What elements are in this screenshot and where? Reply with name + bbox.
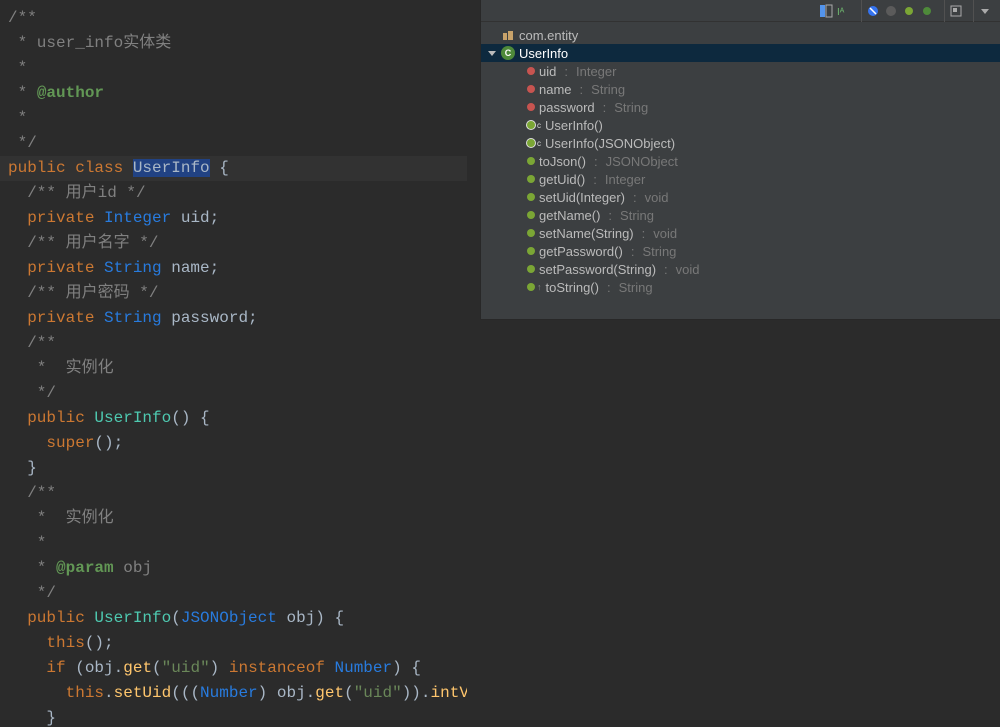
member-type: Integer [576,64,616,79]
field-icon [527,103,535,111]
sort-alpha-icon[interactable]: Iᴬ [837,4,851,18]
field-icon [527,85,535,93]
constructor-badge: c [537,121,541,130]
tree-member[interactable]: uid: Integer [481,62,1000,80]
tree-member[interactable]: toJson(): JSONObject [481,152,1000,170]
show-fields-icon[interactable] [866,4,880,18]
tree-package[interactable]: com.entity [481,26,1000,44]
type-colon: : [603,280,615,295]
layout-icon[interactable] [819,4,833,18]
type-colon: : [627,244,639,259]
member-name: getPassword() [539,244,623,259]
member-type: JSONObject [606,154,678,169]
caret-line[interactable]: public class UserInfo { [0,156,467,181]
constructor-icon [527,121,535,129]
member-type: String [614,100,648,115]
method-icon [527,265,535,273]
member-name: password [539,100,595,115]
override-up-icon: ↑ [537,282,542,292]
show-anonymous-icon[interactable] [920,4,934,18]
tree-member[interactable]: c UserInfo() [481,116,1000,134]
member-type: String [591,82,625,97]
member-type: Integer [605,172,645,187]
member-type: void [676,262,700,277]
member-name: setPassword(String) [539,262,656,277]
member-name: toJson() [539,154,586,169]
constructor-badge: c [537,139,541,148]
comment: /** [8,9,37,27]
type-colon: : [589,172,601,187]
type-colon: : [660,262,672,277]
method-icon [527,175,535,183]
svg-text:Iᴬ: Iᴬ [837,7,845,18]
tree-member[interactable]: setUid(Integer): void [481,188,1000,206]
tree-class[interactable]: C UserInfo [481,44,1000,62]
tree-member[interactable]: name:String [481,80,1000,98]
tree-member[interactable]: c UserInfo(JSONObject) [481,134,1000,152]
field-icon [527,67,535,75]
type-colon: : [638,226,650,241]
method-icon [527,247,535,255]
method-icon [527,211,535,219]
package-icon [501,28,515,42]
method-icon [527,157,535,165]
member-type: void [653,226,677,241]
member-type: String [619,280,653,295]
tree-member[interactable]: setName(String):void [481,224,1000,242]
show-nonpublic-icon[interactable] [884,4,898,18]
type-colon: : [590,154,602,169]
member-name: uid [539,64,556,79]
chevron-down-icon[interactable] [978,4,992,18]
tree-member[interactable]: getPassword():String [481,242,1000,260]
tree-member[interactable]: setPassword(String): void [481,260,1000,278]
tree-member[interactable]: getUid(): Integer [481,170,1000,188]
tree-member[interactable]: password:String [481,98,1000,116]
constructor-icon [527,139,535,147]
method-icon [527,229,535,237]
structure-toolbar: Iᴬ [481,0,1000,22]
override-method-icon [527,283,535,291]
type-colon: : [576,82,588,97]
class-icon: C [501,46,515,60]
member-name: UserInfo(JSONObject) [545,136,675,151]
show-inherited-icon[interactable] [902,4,916,18]
method-icon [527,193,535,201]
member-name: setName(String) [539,226,634,241]
tree-member[interactable]: ↑ toString(): String [481,278,1000,296]
editor-dark-area [480,320,1000,727]
type-colon: : [599,100,611,115]
selected-class-name: UserInfo [133,159,210,177]
code-editor[interactable]: /** * user_info实体类 * * @author * */ publ… [0,0,467,727]
tree-member[interactable]: getName(): String [481,206,1000,224]
autoscroll-icon[interactable] [949,4,963,18]
structure-panel: Iᴬ com.entity C UserInfo uid:Integername… [480,0,1000,320]
type-colon: : [560,64,572,79]
javadoc-author: @author [37,84,104,102]
collapse-arrow-icon[interactable] [487,49,497,57]
type-colon: : [604,208,616,223]
member-name: getName() [539,208,600,223]
member-name: name [539,82,572,97]
javadoc-param: @param [56,559,114,577]
member-name: setUid(Integer) [539,190,625,205]
structure-tree[interactable]: com.entity C UserInfo uid:Integername:St… [481,22,1000,300]
tree-members: uid:Integername:Stringpassword:StringcUs… [481,62,1000,296]
member-name: getUid() [539,172,585,187]
member-type: void [645,190,669,205]
type-colon: : [629,190,641,205]
member-type: String [620,208,654,223]
member-name: toString() [546,280,599,295]
member-type: String [642,244,676,259]
member-name: UserInfo() [545,118,603,133]
